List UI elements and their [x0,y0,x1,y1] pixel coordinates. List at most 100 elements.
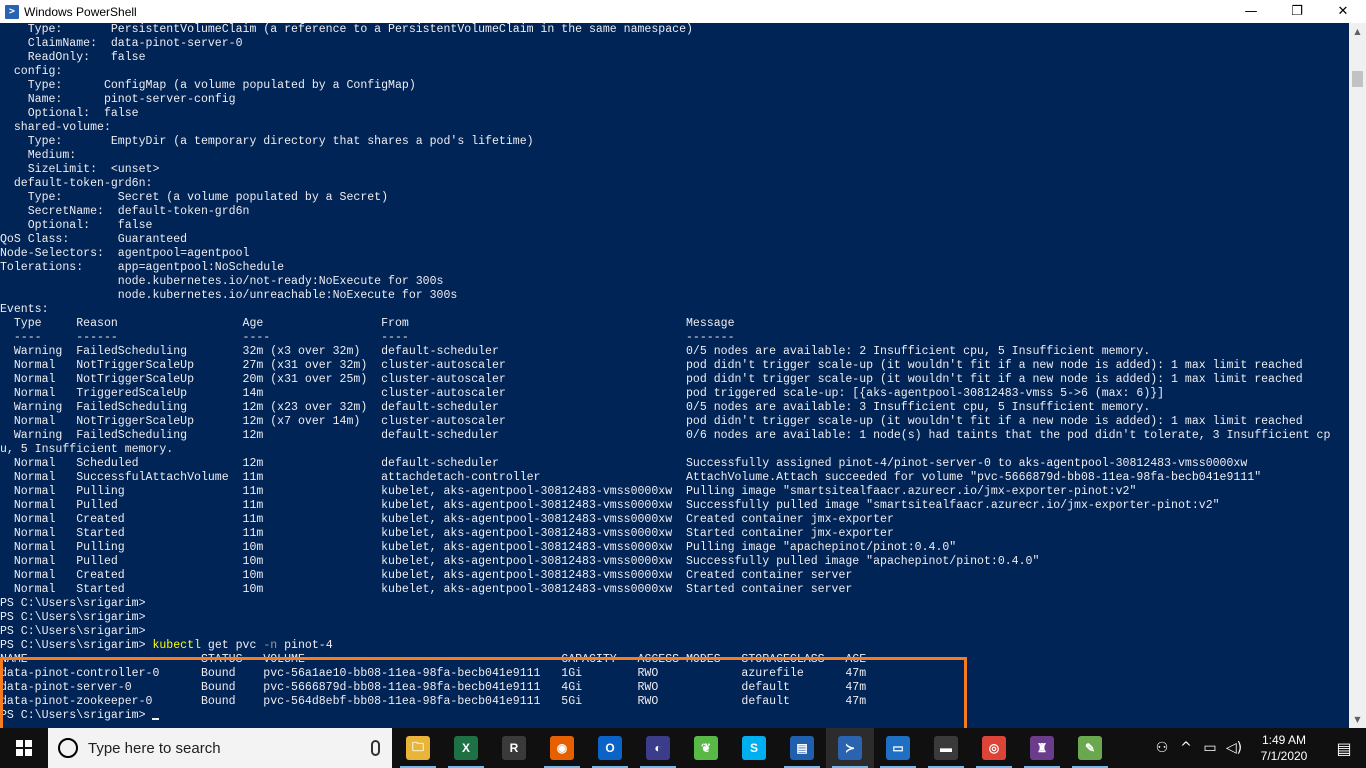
console-line: shared-volume: [0,121,111,134]
vertical-scrollbar[interactable]: ▲ ▼ [1349,23,1366,728]
text-cursor [152,718,160,720]
console-line: Type: ConfigMap (a volume populated by a… [0,79,416,92]
file-explorer-icon: 🗀 [406,736,430,760]
system-tray: ⚇ ^ ▭ ◁) 1:49 AM 7/1/2020 ▤ [1150,728,1366,768]
clock-time: 1:49 AM [1261,733,1307,747]
taskbar-app[interactable]: ◐ [634,728,682,768]
taskbar-app[interactable]: S [730,728,778,768]
search-placeholder: Type here to search [88,739,221,757]
console-line: default-token-grd6n: [0,177,153,190]
clock[interactable]: 1:49 AM 7/1/2020 [1246,732,1322,764]
taskbar-app[interactable]: X [442,728,490,768]
terminal-icon: ▬ [934,736,958,760]
skype-icon: S [742,736,766,760]
console-line: Normal NotTriggerScaleUp 12m (x7 over 14… [0,415,1303,428]
console-line: Warning FailedScheduling 12m default-sch… [0,429,1331,442]
r-icon: R [502,736,526,760]
taskbar-app[interactable]: ▭ [874,728,922,768]
console-line: config: [0,65,63,78]
taskbar-app[interactable]: ▤ [778,728,826,768]
console-output: Type: PersistentVolumeClaim (a reference… [0,23,1330,723]
pvc-table-row: data-pinot-server-0 Bound pvc-5666879d-b… [0,681,867,694]
search-box[interactable]: Type here to search [48,728,392,768]
console-line: Normal SuccessfulAttachVolume 11m attach… [0,471,1262,484]
console-line: Normal Scheduled 12m default-scheduler S… [0,457,1248,470]
final-prompt: PS C:\Users\srigarim> [0,709,153,722]
console-line: Type: Secret (a volume populated by a Se… [0,191,389,204]
console-line: Optional: false [0,219,153,232]
maximize-button[interactable]: ❐ [1274,0,1320,23]
powershell-icon: > [5,4,19,19]
pvc-table-header: NAME STATUS VOLUME CAPACITY ACCESS MODES… [0,653,867,666]
command-args: get pvc [200,639,264,652]
window-title: Windows PowerShell [24,4,137,19]
console-line: ClaimName: data-pinot-server-0 [0,37,243,50]
taskbar-app[interactable]: ◎ [970,728,1018,768]
console-line: Normal Pulling 11m kubelet, aks-agentpoo… [0,485,1137,498]
console-line: Normal TriggeredScaleUp 14m cluster-auto… [0,387,1165,400]
console-line: Normal NotTriggerScaleUp 20m (x31 over 2… [0,373,1303,386]
taskbar-app[interactable]: ✎ [1066,728,1114,768]
console-line: PS C:\Users\srigarim> [0,611,146,624]
taskbar-app[interactable]: ❦ [682,728,730,768]
notification-icon[interactable]: ▤ [1322,728,1366,768]
command-flag: -n [263,639,278,652]
scroll-up-icon[interactable]: ▲ [1349,23,1366,40]
console-line: Normal Started 11m kubelet, aks-agentpoo… [0,527,894,540]
console-line: Normal Created 10m kubelet, aks-agentpoo… [0,569,853,582]
command-line: PS C:\Users\srigarim> kubectl get pvc -n… [0,639,1330,653]
cortana-icon [58,738,78,758]
notepad-icon: ✎ [1078,736,1102,760]
command-value: pinot-4 [277,639,333,652]
console-line: Events: [0,303,49,316]
volume-icon[interactable]: ◁) [1222,728,1246,768]
console-area[interactable]: Type: PersistentVolumeClaim (a reference… [0,23,1349,728]
final-prompt-line[interactable]: PS C:\Users\srigarim> [0,709,1330,723]
title-bar: > Windows PowerShell — ❐ ✕ [0,0,1366,23]
taskbar-app[interactable]: ≻ [826,728,874,768]
pvc-table-row: data-pinot-controller-0 Bound pvc-56a1ae… [0,667,867,680]
microphone-icon[interactable] [371,740,380,756]
chrome-icon: ◎ [982,736,1006,760]
powershell-icon: ≻ [838,736,862,760]
console-line: node.kubernetes.io/unreachable:NoExecute… [0,289,458,302]
scroll-thumb[interactable] [1352,71,1363,87]
pvc-table-row: data-pinot-zookeeper-0 Bound pvc-564d8eb… [0,695,867,708]
console-line: PS C:\Users\srigarim> [0,597,146,610]
clock-date: 7/1/2020 [1260,749,1308,763]
taskbar-apps: 🗀 X R ◉ O ◐ ❦ S ▤ ≻ ▭ ▬ ◎ ♜ ✎ [394,728,1114,768]
taskbar-app[interactable]: ♜ [1018,728,1066,768]
game-icon: ♜ [1030,736,1054,760]
console-line: node.kubernetes.io/not-ready:NoExecute f… [0,275,444,288]
excel-icon: X [454,736,478,760]
remote-desktop-icon: ▭ [886,736,910,760]
taskbar-app[interactable]: ▬ [922,728,970,768]
start-button[interactable] [0,728,48,768]
console-line: PS C:\Users\srigarim> [0,625,146,638]
close-button[interactable]: ✕ [1320,0,1366,23]
console-line: ---- ------ ---- ---- ------- [0,331,735,344]
taskbar-app[interactable]: R [490,728,538,768]
chevron-up-icon[interactable]: ^ [1174,728,1198,768]
console-line: Normal Created 11m kubelet, aks-agentpoo… [0,513,894,526]
console-line: Normal Pulled 10m kubelet, aks-agentpool… [0,555,1040,568]
taskbar-app[interactable]: O [586,728,634,768]
console-line: QoS Class: Guaranteed [0,233,188,246]
people-icon[interactable]: ⚇ [1150,728,1174,768]
console-line: Tolerations: app=agentpool:NoSchedule [0,261,285,274]
command-prompt: PS C:\Users\srigarim> [0,639,153,652]
console-line: Medium: [0,149,77,162]
taskbar-app[interactable]: ◉ [538,728,586,768]
taskbar-app[interactable]: 🗀 [394,728,442,768]
document-icon: ▤ [790,736,814,760]
console-line: SecretName: default-token-grd6n [0,205,250,218]
console-line: Name: pinot-server-config [0,93,236,106]
console-line: Warning FailedScheduling 12m (x23 over 3… [0,401,1151,414]
scroll-down-icon[interactable]: ▼ [1349,711,1366,728]
console-line: Normal Pulled 11m kubelet, aks-agentpool… [0,499,1220,512]
console-line: Optional: false [0,107,139,120]
console-line: Type Reason Age From Message [0,317,735,330]
minimize-button[interactable]: — [1228,0,1274,23]
console-line: Node-Selectors: agentpool=agentpool [0,247,250,260]
network-icon[interactable]: ▭ [1198,728,1222,768]
